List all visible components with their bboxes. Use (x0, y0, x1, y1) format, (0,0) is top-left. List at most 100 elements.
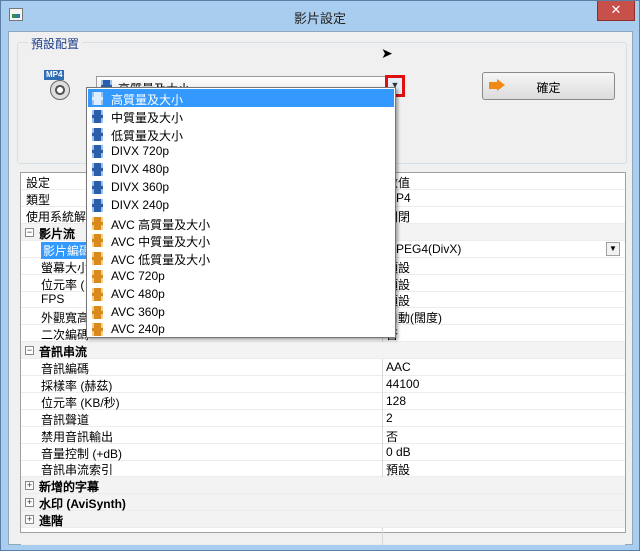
expand-icon[interactable]: + (25, 515, 34, 525)
property-value[interactable]: 128 (386, 394, 406, 408)
preset-option-label: DIVX 480p (111, 162, 170, 177)
grid-header-name: 設定 (26, 176, 51, 190)
property-name: 螢幕大小 (41, 260, 90, 275)
preset-option-label: 低質量及大小 (111, 128, 184, 143)
video-settings-window: 影片設定 ✕ 預設配置 MP4 高質量及大小 ▼ 確定 設定數值類型MP4使用系… (0, 0, 640, 551)
preset-option-label: AVC 480p (111, 286, 165, 301)
preset-option[interactable]: 高質量及大小 (88, 89, 394, 107)
title-bar[interactable]: 影片設定 ✕ (1, 1, 639, 31)
property-name: 位元率 ( (41, 277, 85, 292)
film-orange-icon (92, 270, 103, 283)
film-blue-icon (92, 145, 103, 159)
preset-option-label: AVC 720p (111, 269, 165, 283)
property-name: 新增的字幕 (39, 480, 100, 495)
ok-button-label: 確定 (536, 81, 561, 95)
preset-option[interactable]: AVC 480p (88, 285, 394, 303)
film-blue-icon (92, 127, 103, 141)
film-orange-icon (92, 305, 103, 319)
collapse-icon[interactable]: − (25, 227, 34, 237)
property-name: 禁用音訊輸出 (41, 429, 114, 444)
grid-category-row[interactable]: + 新增的字幕 (21, 477, 625, 495)
film-blue-icon (92, 198, 103, 212)
column-divider (382, 409, 383, 427)
preset-option[interactable]: AVC 360p (88, 303, 394, 321)
property-value[interactable]: 0 dB (386, 445, 411, 459)
preset-dropdown-list: 高質量及大小 中質量及大小 低質量及大小 DIVX 720p DIVX 480p DIVX… (86, 87, 396, 338)
column-divider (382, 359, 383, 376)
preset-option[interactable]: 中質量及大小 (88, 107, 394, 125)
column-divider (382, 528, 383, 545)
preset-option[interactable]: AVC 中質量及大小 (88, 231, 394, 249)
expand-icon[interactable]: + (25, 481, 34, 491)
chevron-down-icon[interactable]: ▼ (606, 241, 620, 256)
preset-option[interactable]: DIVX 720p (88, 142, 394, 160)
grid-property-row[interactable] (21, 528, 625, 545)
preset-option[interactable]: DIVX 360p (88, 178, 394, 196)
preset-option-label: DIVX 240p (111, 197, 170, 212)
preset-option[interactable]: 低質量及大小 (88, 125, 394, 143)
preset-option[interactable]: DIVX 480p (88, 160, 394, 178)
property-value[interactable]: 2 (386, 411, 393, 425)
preset-option[interactable]: AVC 720p (88, 267, 394, 285)
property-value[interactable]: AAC (386, 360, 411, 374)
grid-property-row[interactable]: 位元率 (KB/秒) 128 (21, 392, 625, 410)
film-orange-icon (92, 287, 103, 301)
property-name: 音量控制 (+dB) (41, 446, 123, 461)
collapse-icon[interactable]: − (25, 346, 34, 356)
preset-option[interactable]: DIVX 240p (88, 196, 394, 214)
grid-property-row[interactable]: 音訊串流索引 預設 (21, 460, 625, 478)
preset-option-label: DIVX 720p (111, 144, 170, 159)
property-value[interactable]: 44100 (386, 377, 419, 391)
grid-property-row[interactable]: 採樣率 (赫茲) 44100 (21, 375, 625, 393)
grid-category-row[interactable]: − 音訊串流 (21, 342, 625, 360)
property-name: 採樣率 (赫茲) (41, 378, 113, 393)
property-name: 類型 (26, 193, 51, 207)
property-value[interactable]: 否 (386, 428, 398, 445)
grid-property-row[interactable]: 音訊編碼 AAC (21, 359, 625, 376)
film-blue-icon (92, 92, 103, 105)
grid-category-row[interactable]: + 水印 (AviSynth) (21, 494, 625, 512)
preset-option[interactable]: AVC 高質量及大小 (88, 214, 394, 232)
property-name: 音訊串流 (39, 345, 88, 360)
column-divider (382, 443, 383, 461)
property-name: 外觀寬高 (41, 311, 90, 326)
ok-button[interactable]: 確定 (482, 72, 615, 100)
property-name: 二次編碼 (41, 328, 90, 343)
preset-option-label: AVC 中質量及大小 (111, 235, 211, 250)
grid-property-row[interactable]: 禁用音訊輸出 否 (21, 426, 625, 445)
close-button[interactable]: ✕ (597, 1, 635, 21)
film-reel-icon (50, 80, 70, 100)
property-value[interactable]: 預設 (386, 461, 410, 478)
property-name: 進階 (39, 514, 64, 529)
film-orange-icon (92, 323, 103, 337)
film-orange-icon (92, 252, 103, 266)
preset-option-label: DIVX 360p (111, 180, 170, 194)
preset-option-label: 中質量及大小 (111, 110, 184, 125)
film-orange-icon (92, 216, 103, 230)
column-divider (382, 375, 383, 393)
mp4-tag: MP4 (44, 70, 65, 80)
column-divider (382, 426, 383, 444)
property-name: 音訊編碼 (41, 362, 90, 376)
mp4-file-icon: MP4 (44, 70, 72, 102)
property-name: 水印 (AviSynth) (39, 497, 126, 512)
film-blue-icon (92, 181, 103, 194)
property-value[interactable]: MPEG4(DivX) (386, 242, 461, 256)
preset-option-label: 高質量及大小 (111, 93, 184, 107)
column-divider (382, 460, 383, 478)
film-orange-icon (92, 234, 103, 248)
preset-option-label: AVC 低質量及大小 (111, 253, 211, 268)
column-divider (382, 392, 383, 410)
property-name: 使用系統解 (26, 209, 87, 224)
film-blue-icon (92, 163, 103, 177)
grid-property-row[interactable]: 音量控制 (+dB) 0 dB (21, 443, 625, 461)
property-name: 音訊串流索引 (41, 463, 114, 478)
preset-option-label: AVC 240p (111, 322, 165, 337)
preset-option-label: AVC 高質量及大小 (111, 217, 211, 232)
preset-option[interactable]: AVC 低質量及大小 (88, 249, 394, 267)
grid-category-row[interactable]: + 進階 (21, 511, 625, 529)
grid-property-row[interactable]: 音訊聲道 2 (21, 409, 625, 427)
property-name: 音訊聲道 (41, 412, 90, 427)
expand-icon[interactable]: + (25, 498, 34, 508)
preset-option[interactable]: AVC 240p (88, 320, 394, 338)
